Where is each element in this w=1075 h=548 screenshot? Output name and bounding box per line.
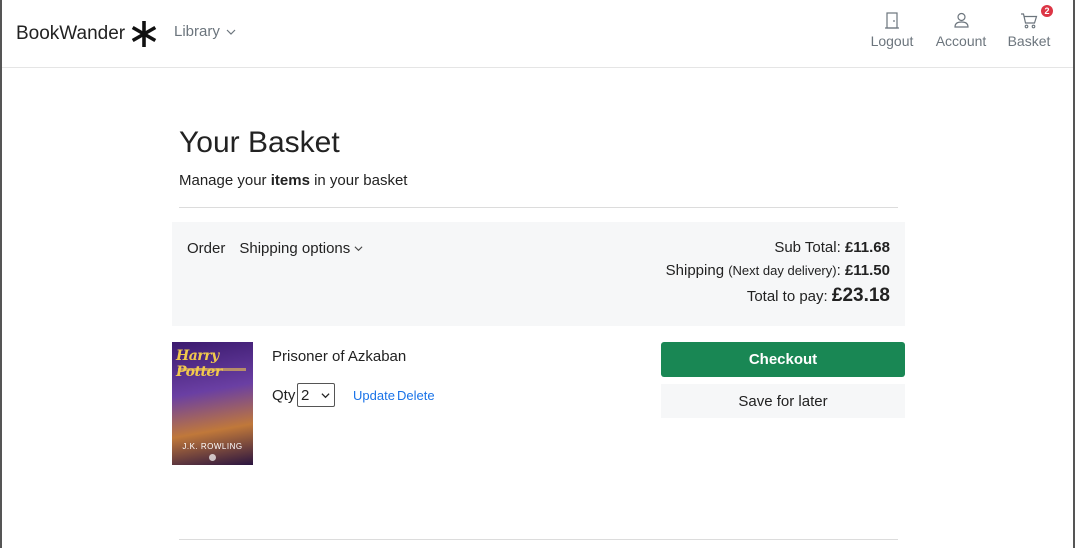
shipping-options-label: Shipping options [239, 240, 351, 257]
tab-shipping-options[interactable]: Shipping options [239, 240, 363, 257]
subtitle-bold: items [270, 172, 310, 189]
qty-value: 2 [301, 386, 310, 404]
basket-count-badge: 2 [1041, 5, 1053, 17]
subtitle-pre: Manage your [179, 172, 271, 189]
logout-button[interactable]: Logout [868, 12, 916, 49]
logout-label: Logout [870, 33, 914, 49]
update-link[interactable]: Update [353, 388, 395, 403]
tab-order[interactable]: Order [187, 240, 225, 257]
subtotal-value: £11.68 [844, 239, 890, 256]
shipping-row: Shipping (Next day delivery): £11.50 [666, 262, 890, 279]
totals-block: Sub Total: £11.68 Shipping (Next day del… [666, 239, 890, 313]
book-cover-image[interactable]: Harry Potter J.K. ROWLING [172, 342, 253, 465]
divider [179, 539, 898, 540]
brand-logo[interactable]: BookWander [16, 19, 159, 49]
subtotal-row: Sub Total: £11.68 [666, 239, 890, 256]
cart-icon [1021, 13, 1038, 29]
divider [179, 207, 898, 208]
cover-author: J.K. ROWLING [182, 442, 243, 451]
chevron-down-icon [321, 392, 330, 398]
page-title: Your Basket [179, 126, 340, 159]
shipping-note: (Next day delivery) [728, 263, 837, 278]
top-navbar: BookWander Library Logout Account 2 Bask… [2, 0, 1073, 68]
shipping-label: Shipping [665, 262, 729, 279]
user-icon [953, 12, 969, 28]
basket-label: Basket [1007, 33, 1051, 49]
library-dropdown[interactable]: Library [174, 23, 236, 40]
save-for-later-button[interactable]: Save for later [661, 384, 905, 418]
qty-select[interactable]: 2 [297, 383, 335, 407]
library-label: Library [174, 23, 220, 40]
cover-title: Harry Potter [176, 348, 222, 380]
order-summary-panel: Order Shipping options Sub Total: £11.68… [172, 222, 905, 326]
checkout-button[interactable]: Checkout [661, 342, 905, 377]
chevron-down-icon [354, 246, 363, 252]
total-value: £23.18 [831, 285, 890, 306]
cover-stripe [178, 368, 246, 371]
total-row: Total to pay: £23.18 [666, 285, 890, 307]
asterisk-logo-icon [131, 21, 157, 47]
cover-emblem [209, 454, 216, 461]
subtitle-post: in your basket [309, 172, 408, 189]
delete-link[interactable]: Delete [397, 388, 435, 403]
total-label: Total to pay: [746, 288, 832, 305]
qty-label: Qty [272, 387, 296, 404]
page-subtitle: Manage your items in your basket [179, 172, 407, 189]
basket-button[interactable]: 2 Basket [1006, 5, 1053, 49]
item-title[interactable]: Prisoner of Azkaban [272, 348, 406, 365]
door-icon [885, 12, 899, 29]
account-label: Account [935, 33, 987, 49]
shipping-colon: : [836, 262, 845, 279]
shipping-value: £11.50 [844, 262, 890, 279]
summary-tabs: Order Shipping options [187, 240, 363, 257]
subtotal-label: Sub Total: [774, 239, 845, 256]
chevron-down-icon [226, 29, 236, 35]
account-button[interactable]: Account [933, 12, 989, 49]
brand-name: BookWander [16, 23, 126, 44]
